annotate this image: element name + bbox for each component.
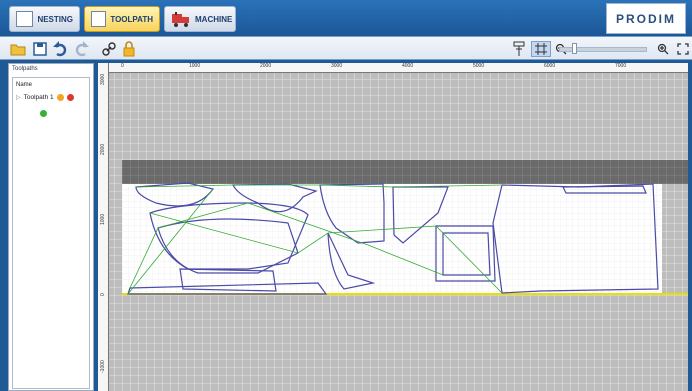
ruler-y-label: 3000 xyxy=(100,73,106,85)
tab-toolpath[interactable]: TOOLPATH xyxy=(84,6,160,32)
link-icon[interactable] xyxy=(101,41,117,57)
ruler-x-label: 6000 xyxy=(544,63,556,69)
tab-label: NESTING xyxy=(37,14,73,24)
tab-label: MACHINE xyxy=(195,14,233,24)
grid-icon[interactable] xyxy=(531,41,551,57)
add-icon[interactable] xyxy=(40,104,47,117)
ruler-x-label: 0 xyxy=(121,63,124,69)
tab-machine[interactable]: MACHINE xyxy=(164,6,236,32)
ruler-x-label: 3000 xyxy=(331,63,343,69)
ruler-y-label: 1000 xyxy=(100,213,106,225)
prodim-logo: PRODIM xyxy=(606,3,686,34)
tab-nesting[interactable]: NESTING xyxy=(9,6,80,32)
toolpath-drawing[interactable] xyxy=(98,63,688,391)
zoom-in-icon[interactable] xyxy=(655,41,671,57)
column-header: Name xyxy=(16,82,33,88)
ruler-y-label: 0 xyxy=(100,293,106,296)
horizontal-ruler: 0 1000 2000 3000 4000 5000 6000 7000 xyxy=(108,63,688,73)
ruler-x-label: 7000 xyxy=(615,63,627,69)
ruler-x-label: 4000 xyxy=(402,63,414,69)
top-menu-bar: NESTING TOOLPATH MACHINE PRODIM xyxy=(0,0,692,36)
drawing-canvas[interactable] xyxy=(98,63,688,391)
fit-icon[interactable] xyxy=(675,41,691,57)
tree-item[interactable]: ▷ Toolpath 1 xyxy=(16,94,74,101)
toolbar xyxy=(0,36,692,60)
tab-label: TOOLPATH xyxy=(110,14,153,24)
edit-icon[interactable] xyxy=(56,94,64,101)
toolpath-tree: Name ▷ Toolpath 1 xyxy=(12,77,90,389)
save-icon[interactable] xyxy=(32,41,48,57)
toolpaths-panel: Toolpaths Name ▷ Toolpath 1 xyxy=(8,63,94,391)
ruler-y-label: -1000 xyxy=(100,360,106,373)
toolpath-icon xyxy=(91,11,107,27)
toolpath-label[interactable]: Toolpath 1 xyxy=(24,94,54,101)
lock-icon[interactable] xyxy=(121,41,137,57)
machine-icon xyxy=(171,11,191,27)
ruler-x-label: 2000 xyxy=(260,63,272,69)
nesting-icon xyxy=(16,11,34,27)
zoom-slider-thumb[interactable] xyxy=(572,43,577,54)
redo-icon[interactable] xyxy=(74,41,90,57)
ruler-x-label: 1000 xyxy=(189,63,201,69)
panel-title: Toolpaths xyxy=(12,66,38,72)
undo-icon[interactable] xyxy=(52,41,68,57)
pin-icon[interactable] xyxy=(511,41,527,57)
vertical-ruler: 3000 2000 1000 0 -1000 xyxy=(98,63,109,391)
expand-icon[interactable]: ▷ xyxy=(16,94,21,101)
ruler-x-label: 5000 xyxy=(473,63,485,69)
ruler-y-label: 2000 xyxy=(100,143,106,155)
delete-icon[interactable] xyxy=(66,94,74,101)
open-folder-icon[interactable] xyxy=(10,41,26,57)
